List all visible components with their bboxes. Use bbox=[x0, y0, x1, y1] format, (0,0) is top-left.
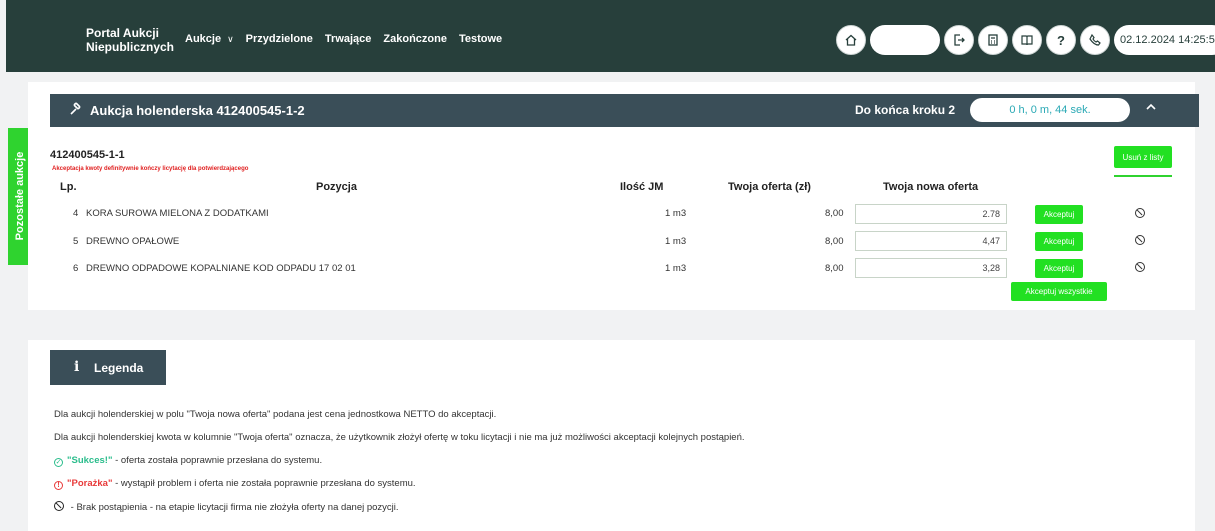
new-offer-input[interactable] bbox=[855, 258, 1007, 278]
legend-nobid: - Brak postąpienia - na etapie licytacji… bbox=[54, 501, 399, 513]
accept-button[interactable]: Akceptuj bbox=[1035, 232, 1083, 251]
failure-label: "Porażka" bbox=[67, 478, 113, 489]
brand-line-1: Portal Aukcji bbox=[86, 26, 159, 40]
row-lp: 5 bbox=[73, 236, 79, 247]
no-bid-icon bbox=[1135, 262, 1145, 272]
col-header-new-offer: Twoja nowa oferta bbox=[883, 181, 979, 193]
top-navigation-bar: Portal Aukcji Niepublicznych Aukcje ∨ Prz… bbox=[6, 0, 1215, 72]
legend-failure: ! "Porażka" - wystąpił problem i oferta n… bbox=[54, 478, 416, 490]
legend-success: ✓ "Sukces!" - oferta została poprawnie pr… bbox=[54, 455, 322, 467]
chevron-up-icon[interactable] bbox=[1145, 100, 1157, 116]
brand-line-2: Niepublicznych bbox=[86, 40, 175, 54]
row-unit: 1 m3 bbox=[665, 208, 687, 219]
row-position: KORA SUROWA MIELONA Z DODATKAMI bbox=[86, 208, 269, 219]
col-header-lp: Lp. bbox=[60, 181, 77, 193]
info-icon: i bbox=[74, 359, 80, 375]
auction-title: Aukcja holenderska 412400545-1-2 bbox=[90, 103, 305, 118]
col-header-unit: Ilość JM bbox=[620, 181, 664, 193]
col-header-offer: Twoja oferta (zł) bbox=[728, 181, 811, 193]
accept-button[interactable]: Akceptuj bbox=[1035, 205, 1083, 224]
success-text: - oferta została poprawnie przesłana do … bbox=[112, 455, 323, 466]
row-lp: 6 bbox=[73, 263, 79, 274]
accept-all-button[interactable]: Akceptuj wszystkie bbox=[1011, 282, 1107, 301]
row-offer: 8,00 bbox=[825, 263, 844, 274]
home-icon[interactable] bbox=[836, 25, 866, 55]
nav-item-aukcje[interactable]: Aukcje ∨ bbox=[185, 33, 234, 45]
nav-item-testowe[interactable]: Testowe bbox=[459, 33, 502, 45]
legend-panel: i Legenda Dla aukcji holenderskiej w pol… bbox=[28, 340, 1195, 531]
auction-header: Aukcja holenderska 412400545-1-2 Do końc… bbox=[50, 94, 1199, 127]
warning-text: Akceptacja kwoty definitywnie kończy lic… bbox=[52, 166, 249, 172]
brand-logo[interactable]: Portal Aukcji Niepublicznych bbox=[86, 26, 174, 54]
row-unit: 1 m3 bbox=[665, 236, 687, 247]
new-offer-input[interactable] bbox=[855, 231, 1007, 251]
chevron-down-icon: ∨ bbox=[227, 34, 234, 44]
row-position: DREWNO OPAŁOWE bbox=[86, 236, 180, 247]
failure-text: - wystąpił problem i oferta nie została … bbox=[112, 478, 416, 489]
legend-title: Legenda bbox=[94, 361, 144, 375]
nobid-text: - Brak postąpienia - na etapie licytacji… bbox=[68, 502, 399, 513]
datetime-display: 02.12.2024 14:25:58 bbox=[1114, 25, 1215, 55]
legend-line-1: Dla aukcji holenderskiej w polu "Twoja n… bbox=[54, 409, 497, 420]
col-header-position: Pozycja bbox=[316, 181, 357, 193]
new-offer-input[interactable] bbox=[855, 204, 1007, 224]
row-unit: 1 m3 bbox=[665, 263, 687, 274]
nav-label: Aukcje bbox=[185, 33, 222, 45]
row-offer: 8,00 bbox=[825, 208, 844, 219]
remove-from-list-button[interactable]: Usuń z listy bbox=[1114, 146, 1172, 168]
nav-item-przydzielone[interactable]: Przydzielone bbox=[246, 33, 313, 45]
logout-icon[interactable] bbox=[944, 25, 974, 55]
no-bid-icon bbox=[1135, 235, 1145, 245]
step-label: Do końca kroku 2 bbox=[855, 103, 956, 117]
row-offer: 8,00 bbox=[825, 236, 844, 247]
auction-id: 412400545-1-1 bbox=[50, 149, 125, 161]
success-label: "Sukces!" bbox=[67, 455, 113, 466]
success-icon: ✓ bbox=[54, 458, 63, 467]
help-icon[interactable]: ? bbox=[1046, 25, 1076, 55]
accept-button[interactable]: Akceptuj bbox=[1035, 259, 1083, 278]
calculator-icon[interactable] bbox=[978, 25, 1008, 55]
legend-line-2: Dla aukcji holenderskiej kwota w kolumni… bbox=[54, 432, 745, 443]
header-tools: ? 02.12.2024 14:25:58 bbox=[836, 24, 1215, 56]
nav-item-trwajace[interactable]: Trwające bbox=[325, 33, 371, 45]
main-nav: Aukcje ∨ Przydzielone Trwające Zakończone… bbox=[185, 33, 502, 45]
other-auctions-label: Pozostałe aukcje bbox=[14, 151, 26, 241]
auction-panel: Aukcja holenderska 412400545-1-2 Do końc… bbox=[28, 82, 1199, 310]
legend-header: i Legenda bbox=[50, 350, 166, 385]
row-position: DREWNO ODPADOWE KOPALNIANE KOD ODPADU 17… bbox=[86, 263, 356, 274]
phone-icon[interactable] bbox=[1080, 25, 1110, 55]
user-field[interactable] bbox=[870, 25, 940, 55]
no-bid-icon bbox=[54, 501, 64, 511]
countdown-timer: 0 h, 0 m, 44 sek. bbox=[970, 98, 1130, 122]
error-icon: ! bbox=[54, 481, 63, 490]
row-lp: 4 bbox=[73, 208, 79, 219]
book-icon[interactable] bbox=[1012, 25, 1042, 55]
gavel-icon bbox=[68, 101, 84, 120]
divider bbox=[1114, 175, 1172, 177]
nav-item-zakonczone[interactable]: Zakończone bbox=[383, 33, 447, 45]
no-bid-icon bbox=[1135, 208, 1145, 218]
